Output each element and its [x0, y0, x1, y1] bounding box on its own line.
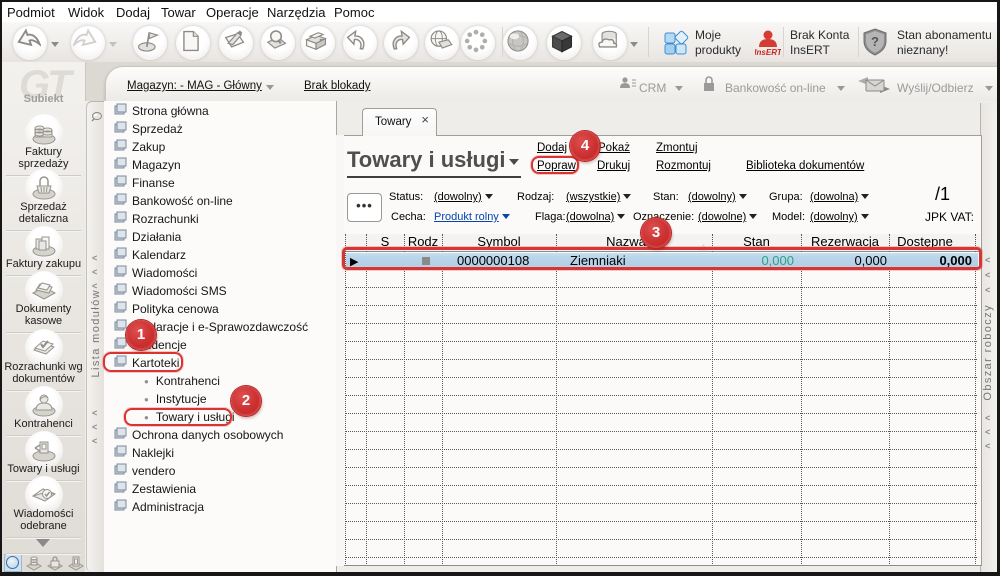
svg-text:?: ?	[871, 34, 879, 49]
svg-text:InsERT: InsERT	[755, 48, 781, 57]
